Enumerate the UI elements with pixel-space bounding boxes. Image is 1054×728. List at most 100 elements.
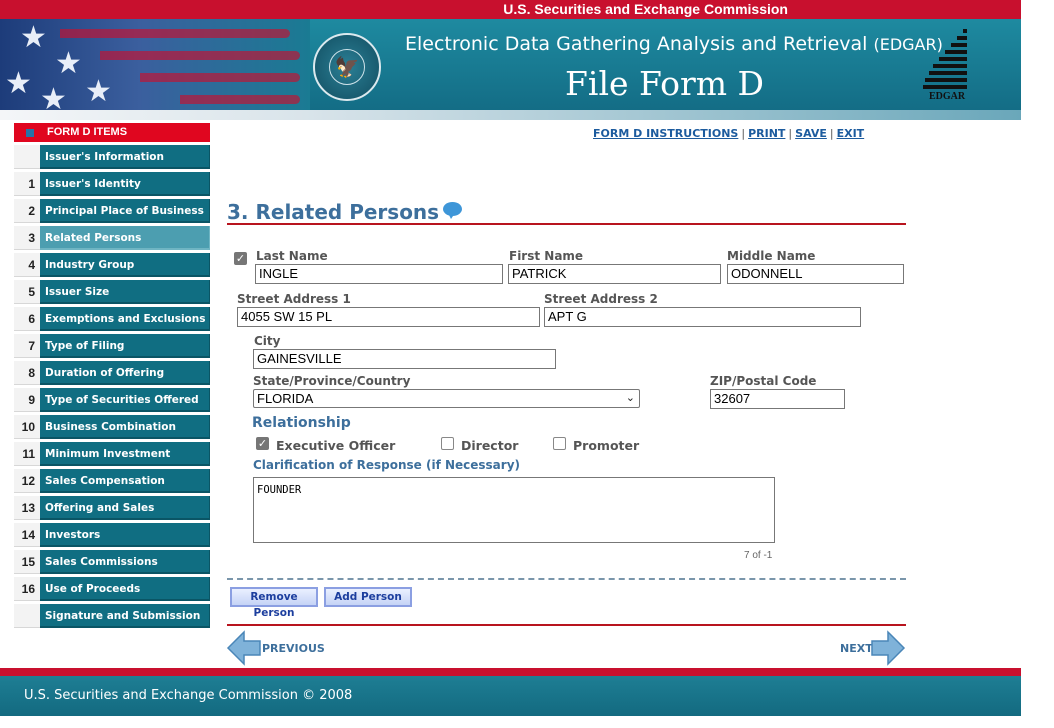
executive-officer-checkbox[interactable]: ✓ xyxy=(256,437,269,450)
clarification-textarea[interactable]: FOUNDER xyxy=(253,477,775,543)
banner-divider xyxy=(0,110,1021,120)
first-name-label: First Name xyxy=(509,249,584,263)
footer: U.S. Securities and Exchange Commission … xyxy=(0,676,1021,716)
zip-field[interactable]: 32607 xyxy=(710,389,845,409)
character-counter: 7 of -1 xyxy=(744,550,773,561)
sidebar-item-label[interactable]: Use of Proceeds xyxy=(40,577,210,601)
flag-graphic: ★ ★ ★ ★ ★ xyxy=(0,19,310,112)
sidebar-item-label[interactable]: Minimum Investment xyxy=(40,442,210,466)
city-label: City xyxy=(254,334,281,348)
sidebar-item-label[interactable]: Issuer Size xyxy=(40,280,210,304)
exit-link[interactable]: EXIT xyxy=(837,127,865,140)
sidebar-item-number: 15 xyxy=(14,550,40,574)
sidebar-item[interactable]: 3 Related Persons xyxy=(14,226,210,250)
sidebar-item-number: 3 xyxy=(14,226,40,250)
system-title: Electronic Data Gathering Analysis and R… xyxy=(405,33,943,55)
sidebar-item[interactable]: 15 Sales Commissions xyxy=(14,550,210,574)
sidebar-item-label[interactable]: Exemptions and Exclusions xyxy=(40,307,210,331)
sidebar-item[interactable]: 11 Minimum Investment xyxy=(14,442,210,466)
sidebar-item[interactable]: 8 Duration of Offering xyxy=(14,361,210,385)
sidebar: FORM D ITEMS Issuer's Information 1 Issuer… xyxy=(14,123,210,631)
sidebar-item-label[interactable]: Sales Compensation xyxy=(40,469,210,493)
sidebar-item-label[interactable]: Signature and Submission xyxy=(40,604,210,628)
director-label: Director xyxy=(461,438,519,453)
chevron-down-icon: ⌄ xyxy=(625,392,635,404)
sidebar-item[interactable]: Issuer's Information xyxy=(14,145,210,169)
street-address-1-field[interactable]: 4055 SW 15 PL xyxy=(237,307,540,327)
save-link[interactable]: SAVE xyxy=(795,127,827,140)
sidebar-item-label[interactable]: Investors xyxy=(40,523,210,547)
sidebar-item-number: 9 xyxy=(14,388,40,412)
sidebar-item[interactable]: 13Offering and Sales Amounts xyxy=(14,496,210,538)
sidebar-item[interactable]: 12 Sales Compensation xyxy=(14,469,210,493)
sidebar-item-label[interactable]: Type of Securities Offered xyxy=(40,388,210,412)
sidebar-item-label[interactable]: Related Persons xyxy=(40,226,210,250)
remove-person-button[interactable]: Remove Person xyxy=(230,587,318,619)
nav-divider xyxy=(227,624,906,626)
last-name-field[interactable]: INGLE xyxy=(255,264,503,284)
sidebar-item-number: 2 xyxy=(14,199,40,223)
section-heading: 3. Related Persons xyxy=(227,200,906,225)
sidebar-item-number xyxy=(14,604,40,628)
sidebar-item[interactable]: 7 Type of Filing xyxy=(14,334,210,358)
sidebar-item-number: 7 xyxy=(14,334,40,358)
last-name-label: Last Name xyxy=(256,249,328,263)
sidebar-item-label[interactable]: Business Combination xyxy=(40,415,210,439)
form-title: File Form D xyxy=(565,64,764,103)
previous-link[interactable]: PREVIOUS xyxy=(262,642,325,655)
sidebar-item-number: 13 xyxy=(14,496,40,520)
sidebar-item-label[interactable]: Issuer's Identity xyxy=(40,172,210,196)
zip-label: ZIP/Postal Code xyxy=(710,374,817,388)
clarification-label: Clarification of Response (if Necessary) xyxy=(253,458,521,472)
sidebar-item-label[interactable]: Offering and Sales Amounts xyxy=(40,496,210,538)
next-link[interactable]: NEXT xyxy=(840,642,873,655)
sidebar-item[interactable]: 10 Business Combination xyxy=(14,415,210,439)
star-icon: ★ xyxy=(85,74,112,109)
sidebar-item[interactable]: 6 Exemptions and Exclusions xyxy=(14,307,210,331)
sidebar-item[interactable]: 4 Industry Group xyxy=(14,253,210,277)
star-icon: ★ xyxy=(20,20,47,55)
top-links: FORM D INSTRUCTIONS | PRINT | SAVE | EXIT xyxy=(593,127,865,140)
sidebar-item[interactable]: 14 Investors xyxy=(14,523,210,547)
sidebar-item-label[interactable]: Issuer's Information xyxy=(40,145,210,169)
add-person-button[interactable]: Add Person xyxy=(324,587,412,607)
sidebar-item[interactable]: Signature and Submission xyxy=(14,604,210,628)
sidebar-item-number xyxy=(14,145,40,169)
director-checkbox[interactable] xyxy=(441,437,454,450)
print-link[interactable]: PRINT xyxy=(748,127,785,140)
edgar-logo-text: EDGAR xyxy=(928,91,966,102)
sidebar-item[interactable]: 9 Type of Securities Offered xyxy=(14,388,210,412)
sidebar-item-label[interactable]: Type of Filing xyxy=(40,334,210,358)
help-bubble-icon[interactable] xyxy=(443,202,463,219)
square-icon xyxy=(26,129,34,137)
previous-arrow-icon[interactable] xyxy=(226,630,262,666)
sidebar-item-label[interactable]: Sales Commissions xyxy=(40,550,210,574)
sidebar-item-label[interactable]: Duration of Offering xyxy=(40,361,210,385)
star-icon: ★ xyxy=(55,46,82,81)
form-d-instructions-link[interactable]: FORM D INSTRUCTIONS xyxy=(593,127,738,140)
city-field[interactable]: GAINESVILLE xyxy=(253,349,556,369)
sidebar-item-label[interactable]: Industry Group xyxy=(40,253,210,277)
promoter-checkbox[interactable] xyxy=(553,437,566,450)
sidebar-item-number: 8 xyxy=(14,361,40,385)
sidebar-item[interactable]: 5 Issuer Size xyxy=(14,280,210,304)
sidebar-item[interactable]: 1 Issuer's Identity xyxy=(14,172,210,196)
executive-officer-label: Executive Officer xyxy=(276,438,396,453)
person-select-checkbox[interactable]: ✓ xyxy=(234,252,247,265)
state-select[interactable]: FLORIDA ⌄ xyxy=(253,389,640,408)
middle-name-field[interactable]: ODONNELL xyxy=(727,264,904,284)
street-address-1-label: Street Address 1 xyxy=(237,292,351,306)
sec-seal-icon: 🦅 xyxy=(313,33,381,101)
footer-red-bar xyxy=(0,668,1021,676)
sidebar-item[interactable]: 16 Use of Proceeds xyxy=(14,577,210,601)
sidebar-item-number: 5 xyxy=(14,280,40,304)
sidebar-item-label[interactable]: Principal Place of Business xyxy=(40,199,210,223)
street-address-2-label: Street Address 2 xyxy=(544,292,658,306)
sidebar-item-number: 1 xyxy=(14,172,40,196)
next-arrow-icon[interactable] xyxy=(870,630,906,666)
first-name-field[interactable]: PATRICK xyxy=(508,264,721,284)
sidebar-item-number: 14 xyxy=(14,523,40,547)
page: U.S. Securities and Exchange Commission … xyxy=(0,0,1054,728)
sidebar-item[interactable]: 2 Principal Place of Business xyxy=(14,199,210,223)
street-address-2-field[interactable]: APT G xyxy=(544,307,861,327)
